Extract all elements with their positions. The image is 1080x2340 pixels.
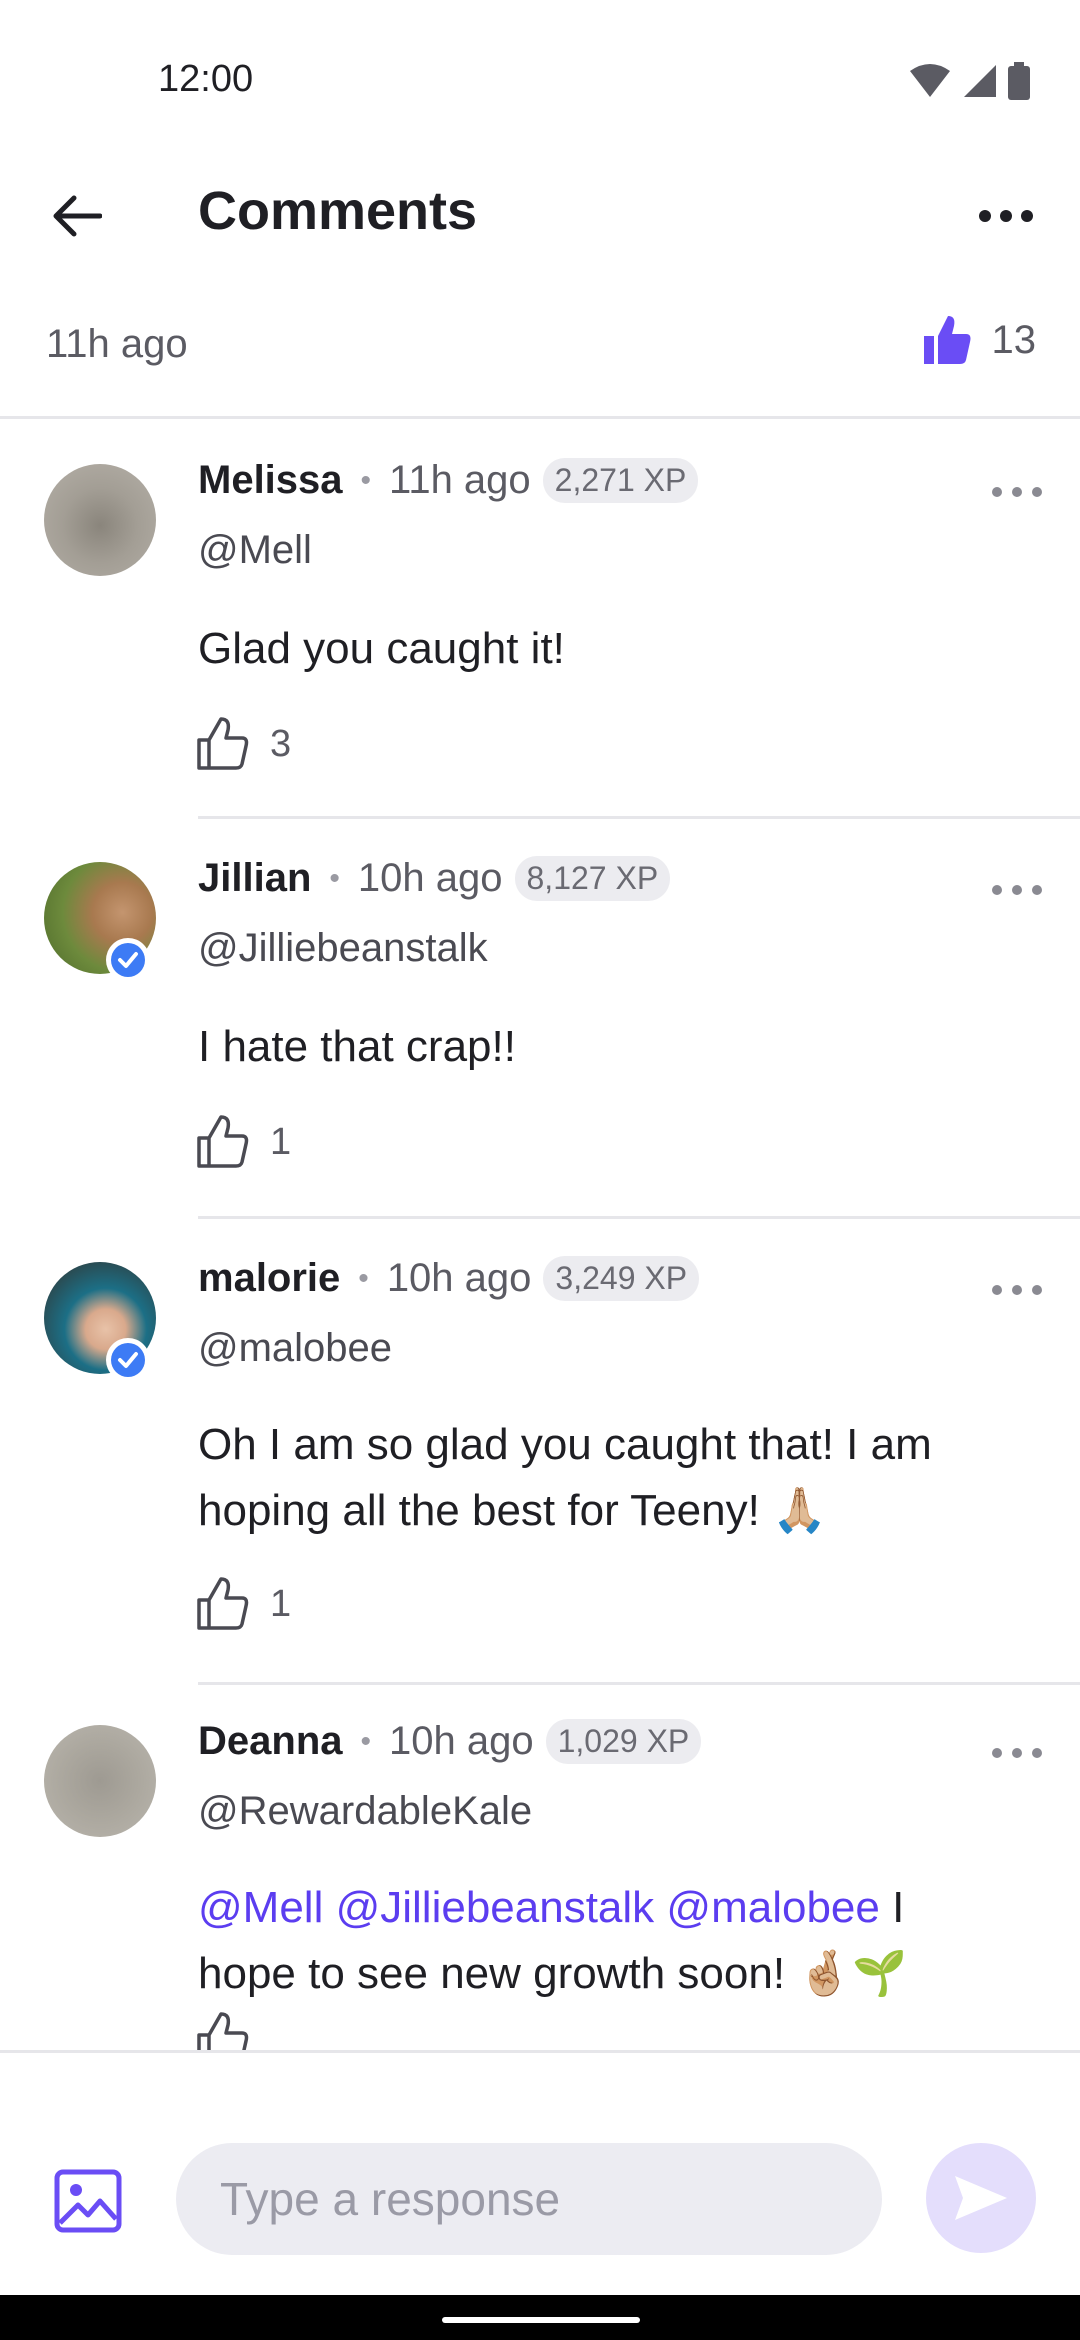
comment-body: Oh I am so glad you caught that! I am ho… (198, 1420, 932, 1535)
comment-like-count: 1 (270, 1120, 292, 1163)
more-horizontal-icon (992, 1748, 1042, 1758)
header-more-button[interactable] (966, 184, 1046, 248)
more-horizontal-icon (992, 1285, 1042, 1295)
attach-image-button[interactable] (50, 2163, 126, 2239)
status-time: 12:00 (158, 58, 254, 100)
comment-author[interactable]: Jillian (198, 856, 311, 901)
comment-header: Deanna • 10h ago 1,029 XP (198, 1719, 702, 1764)
more-horizontal-icon (992, 487, 1042, 497)
app-header: Comments (0, 160, 1080, 270)
status-icons (908, 62, 1030, 100)
comment-time: 10h ago (357, 856, 503, 900)
xp-badge: 3,249 XP (543, 1256, 700, 1301)
thumbs-up-outline-icon (197, 717, 249, 770)
image-icon (54, 2169, 122, 2233)
reply-composer (0, 2050, 1080, 2295)
verified-badge (106, 938, 150, 982)
thumbs-up-outline-icon (197, 2012, 249, 2050)
comment-more-button[interactable] (982, 868, 1052, 912)
comment-body: Glad you caught it! (198, 624, 565, 673)
comment-time: 11h ago (389, 458, 531, 502)
avatar[interactable] (44, 1725, 156, 1837)
xp-badge: 8,127 XP (514, 856, 671, 901)
comment-handle[interactable]: @malobee (198, 1326, 392, 1371)
home-gesture-handle[interactable] (442, 2317, 640, 2323)
thumbs-up-outline-icon (197, 1577, 249, 1630)
comment-like-count: 1 (270, 1582, 292, 1625)
comment-time: 10h ago (389, 1719, 534, 1763)
comment-like-button[interactable] (196, 2011, 250, 2050)
send-icon (955, 2176, 1007, 2220)
xp-badge: 1,029 XP (545, 1719, 702, 1764)
post-like-button[interactable]: 13 (922, 314, 1037, 366)
response-input[interactable] (176, 2143, 882, 2255)
divider (198, 816, 1080, 819)
comment-item: Jillian • 10h ago 8,127 XP @Jilliebeanst… (0, 820, 1080, 1220)
comments-list: Melissa • 11h ago 2,271 XP @Mell Glad yo… (0, 420, 1080, 2050)
post-like-count: 13 (991, 317, 1037, 362)
comment-author[interactable]: malorie (198, 1256, 340, 1301)
separator-dot: • (360, 1724, 372, 1758)
comment-like-button[interactable]: 1 (196, 1114, 291, 1170)
comment-handle[interactable]: @Jilliebeanstalk (198, 926, 488, 971)
cellular-icon (964, 65, 996, 97)
separator-dot: • (358, 1261, 369, 1295)
comment-header: Melissa • 11h ago 2,271 XP (198, 458, 699, 503)
separator-dot: • (360, 463, 372, 497)
divider (198, 1216, 1080, 1219)
comment-more-button[interactable] (982, 1268, 1052, 1312)
mention-link[interactable]: @Jilliebeanstalk (336, 1883, 655, 1932)
post-time: 11h ago (46, 322, 188, 366)
thumbs-up-filled-icon (923, 316, 970, 364)
thumbs-up-outline-icon (197, 1115, 249, 1168)
more-horizontal-icon (992, 885, 1042, 895)
send-button[interactable] (926, 2143, 1036, 2253)
status-bar: 12:00 (0, 0, 1080, 160)
verified-badge (106, 1338, 150, 1382)
comment-like-button[interactable]: 3 (196, 716, 291, 772)
divider (0, 416, 1080, 419)
comment-item: malorie • 10h ago 3,249 XP @malobee Oh I… (0, 1220, 1080, 1685)
verified-check-icon (111, 1343, 145, 1377)
comment-author[interactable]: Deanna (198, 1719, 343, 1764)
mention-link[interactable]: @malobee (666, 1883, 879, 1932)
comment-header: malorie • 10h ago 3,249 XP (198, 1256, 700, 1301)
comment-body: @Mell @Jilliebeanstalk @malobee I hope t… (198, 1875, 998, 2007)
verified-check-icon (111, 943, 145, 977)
comment-header: Jillian • 10h ago 8,127 XP (198, 856, 671, 901)
battery-icon (1008, 62, 1030, 100)
comment-handle[interactable]: @RewardableKale (198, 1789, 532, 1834)
mention-link[interactable]: @Mell (198, 1883, 323, 1932)
separator-dot: • (329, 861, 340, 895)
post-meta: 11h ago 13 (0, 300, 1080, 390)
more-horizontal-icon (979, 210, 1033, 222)
xp-badge: 2,271 XP (542, 458, 699, 503)
page-title: Comments (198, 181, 478, 241)
comment-handle[interactable]: @Mell (198, 528, 312, 573)
comment-time: 10h ago (386, 1256, 532, 1300)
comment-body: I hate that crap!! (198, 1022, 516, 1071)
wifi-icon (910, 64, 950, 97)
avatar[interactable] (44, 464, 156, 576)
arrow-left-icon (53, 195, 102, 237)
comment-item: Deanna • 10h ago 1,029 XP @RewardableKal… (0, 1685, 1080, 2050)
comment-like-button[interactable]: 1 (196, 1576, 291, 1632)
comment-author[interactable]: Melissa (198, 458, 343, 503)
comment-item: Melissa • 11h ago 2,271 XP @Mell Glad yo… (0, 420, 1080, 820)
comment-more-button[interactable] (982, 1731, 1052, 1775)
comment-more-button[interactable] (982, 470, 1052, 514)
back-button[interactable] (44, 184, 108, 248)
comment-like-count: 3 (270, 722, 292, 765)
system-nav-bar (0, 2295, 1080, 2340)
